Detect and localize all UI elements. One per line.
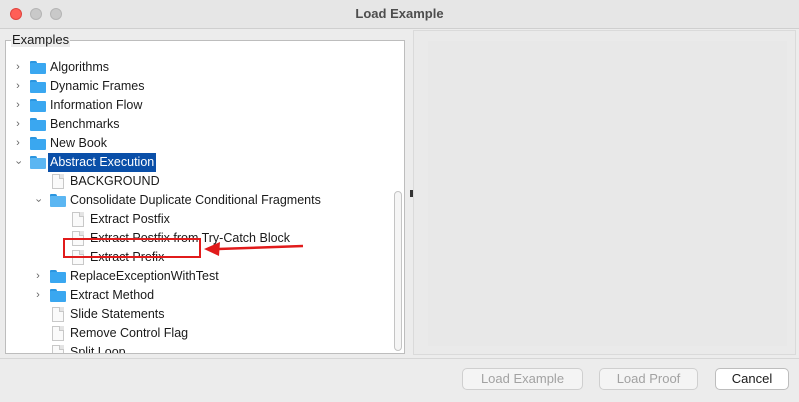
file-icon — [52, 326, 64, 341]
tree-item-label: Remove Control Flag — [70, 326, 189, 340]
tree-item-dynamic-frames[interactable]: › Dynamic Frames — [6, 77, 402, 96]
tree-item-label: Abstract Execution — [48, 153, 157, 172]
cancel-button[interactable]: Cancel — [715, 368, 789, 390]
chevron-right-icon[interactable]: › — [12, 58, 24, 77]
preview-panel — [413, 30, 796, 355]
chevron-right-icon[interactable]: › — [12, 96, 24, 115]
folder-icon — [30, 99, 46, 112]
chevron-right-icon[interactable]: › — [12, 134, 24, 153]
tree-scrollbar[interactable] — [394, 191, 402, 351]
tree-item-label: ReplaceExceptionWithTest — [70, 269, 219, 283]
preview-area — [428, 41, 787, 346]
tree-item-label: Benchmarks — [50, 117, 120, 131]
tree-item-extract-method[interactable]: › Extract Method — [6, 286, 402, 305]
tree-item-new-book[interactable]: › New Book — [6, 134, 402, 153]
folder-icon — [30, 118, 46, 131]
folder-icon — [30, 80, 46, 93]
examples-tree[interactable]: › Algorithms › Dynamic Frames › Informat… — [5, 40, 405, 354]
load-proof-button[interactable]: Load Proof — [599, 368, 698, 390]
file-icon — [72, 212, 84, 227]
tree-item-label: Algorithms — [50, 60, 110, 74]
tree-item-remove-control-flag[interactable]: Remove Control Flag — [6, 324, 402, 343]
tree-item-label: Consolidate Duplicate Conditional Fragme… — [70, 193, 321, 207]
title-bar: Load Example — [0, 0, 799, 29]
tree-item-label: Extract Postfix — [90, 212, 170, 226]
examples-panel: › Algorithms › Dynamic Frames › Informat… — [3, 30, 407, 357]
tree-item-slide-statements[interactable]: Slide Statements — [6, 305, 402, 324]
tree-item-label: Information Flow — [50, 98, 143, 112]
folder-icon — [30, 137, 46, 150]
tree-item-label: Dynamic Frames — [50, 79, 145, 93]
tree-item-abstract-execution[interactable]: › Abstract Execution — [6, 153, 402, 172]
folder-icon — [50, 270, 66, 283]
file-icon — [52, 174, 64, 189]
tree-item-label: New Book — [50, 136, 107, 150]
open-folder-icon — [50, 194, 66, 207]
chevron-right-icon[interactable]: › — [12, 115, 24, 134]
load-example-button[interactable]: Load Example — [462, 368, 583, 390]
examples-panel-label: Examples — [11, 32, 71, 47]
tree-item-label: Extract Method — [70, 288, 155, 302]
tree-item-extract-postfix[interactable]: Extract Postfix — [6, 210, 402, 229]
file-icon — [52, 307, 64, 322]
file-icon — [52, 345, 64, 353]
folder-icon — [50, 289, 66, 302]
window-title: Load Example — [355, 6, 444, 21]
tree-item-label: BACKGROUND — [70, 174, 160, 188]
open-folder-icon — [30, 156, 46, 169]
chevron-right-icon[interactable]: › — [32, 267, 44, 286]
chevron-down-icon[interactable]: › — [9, 157, 28, 169]
tree-item-benchmarks[interactable]: › Benchmarks — [6, 115, 402, 134]
tree-item-background[interactable]: BACKGROUND — [6, 172, 402, 191]
folder-icon — [30, 61, 46, 74]
tree-item-split-loop[interactable]: Split Loop — [6, 343, 402, 354]
annotation-highlight-box — [63, 238, 201, 258]
tree-item-information-flow[interactable]: › Information Flow — [6, 96, 402, 115]
tree-item-replace-exception-with-test[interactable]: › ReplaceExceptionWithTest — [6, 267, 402, 286]
tree-item-consolidate-duplicate-conditional-fragments[interactable]: › Consolidate Duplicate Conditional Frag… — [6, 191, 402, 210]
tree-item-label: Slide Statements — [70, 307, 165, 321]
chevron-right-icon[interactable]: › — [12, 77, 24, 96]
tree-item-label: Split Loop — [70, 345, 126, 354]
tree-item-algorithms[interactable]: › Algorithms — [6, 58, 402, 77]
chevron-down-icon[interactable]: › — [29, 195, 48, 207]
chevron-right-icon[interactable]: › — [32, 286, 44, 305]
